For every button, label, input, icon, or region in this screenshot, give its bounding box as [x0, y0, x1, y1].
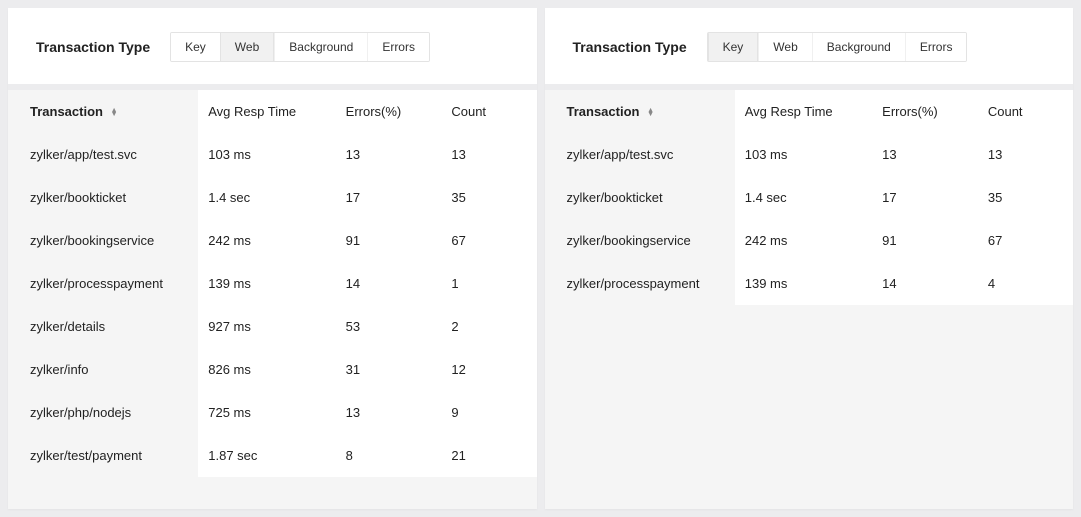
cell-resp: 242 ms — [198, 219, 335, 262]
cell-err: 13 — [336, 133, 442, 176]
col-transaction[interactable]: Transaction ▲▼ — [8, 90, 198, 133]
col-count[interactable]: Count — [441, 90, 536, 133]
cell-cnt: 2 — [441, 305, 536, 348]
cell-name: zylker/app/test.svc — [8, 133, 198, 176]
panel-title: Transaction Type — [573, 39, 687, 55]
col-errors[interactable]: Errors(%) — [872, 90, 978, 133]
cell-name: zylker/php/nodejs — [8, 391, 198, 434]
cell-resp: 1.4 sec — [198, 176, 335, 219]
table-row[interactable]: zylker/processpayment139 ms144 — [545, 262, 1074, 305]
cell-cnt: 9 — [441, 391, 536, 434]
table-row[interactable]: zylker/bookticket1.4 sec1735 — [545, 176, 1074, 219]
cell-name: zylker/processpayment — [545, 262, 735, 305]
panel-left: Transaction Type KeyWebBackgroundErrors … — [8, 8, 537, 509]
table-row[interactable]: zylker/test/payment1.87 sec821 — [8, 434, 537, 477]
cell-err: 14 — [336, 262, 442, 305]
col-resp[interactable]: Avg Resp Time — [735, 90, 872, 133]
tab-errors[interactable]: Errors — [905, 33, 967, 61]
cell-cnt: 21 — [441, 434, 536, 477]
table-row[interactable]: zylker/app/test.svc103 ms1313 — [545, 133, 1074, 176]
cell-name: zylker/bookticket — [8, 176, 198, 219]
cell-cnt: 67 — [441, 219, 536, 262]
cell-resp: 1.4 sec — [735, 176, 872, 219]
table: Transaction ▲▼ Avg Resp Time Errors(%) C… — [545, 90, 1074, 509]
panel-header: Transaction Type KeyWebBackgroundErrors — [8, 8, 537, 84]
cell-resp: 725 ms — [198, 391, 335, 434]
table-row[interactable]: zylker/details927 ms532 — [8, 305, 537, 348]
cell-err: 13 — [872, 133, 978, 176]
cell-name: zylker/test/payment — [8, 434, 198, 477]
tab-web[interactable]: Web — [220, 33, 274, 61]
col-transaction[interactable]: Transaction ▲▼ — [545, 90, 735, 133]
cell-name: zylker/bookingservice — [8, 219, 198, 262]
cell-cnt: 13 — [978, 133, 1073, 176]
cell-cnt: 12 — [441, 348, 536, 391]
tab-web[interactable]: Web — [758, 33, 811, 61]
cell-name: zylker/bookingservice — [545, 219, 735, 262]
panel-right: Transaction Type KeyWebBackgroundErrors … — [545, 8, 1074, 509]
cell-err: 13 — [336, 391, 442, 434]
cell-err: 91 — [336, 219, 442, 262]
table-row[interactable]: zylker/bookticket1.4 sec1735 — [8, 176, 537, 219]
col-transaction-label: Transaction — [30, 104, 103, 119]
cell-resp: 103 ms — [735, 133, 872, 176]
col-errors[interactable]: Errors(%) — [336, 90, 442, 133]
tab-key[interactable]: Key — [708, 33, 759, 61]
table-row[interactable]: zylker/bookingservice242 ms9167 — [545, 219, 1074, 262]
col-transaction-label: Transaction — [567, 104, 640, 119]
cell-name: zylker/processpayment — [8, 262, 198, 305]
tabs: KeyWebBackgroundErrors — [170, 32, 430, 62]
cell-resp: 242 ms — [735, 219, 872, 262]
table-row[interactable]: zylker/info826 ms3112 — [8, 348, 537, 391]
col-count[interactable]: Count — [978, 90, 1073, 133]
cell-err: 14 — [872, 262, 978, 305]
cell-err: 31 — [336, 348, 442, 391]
cell-name: zylker/app/test.svc — [545, 133, 735, 176]
col-resp[interactable]: Avg Resp Time — [198, 90, 335, 133]
cell-cnt: 35 — [441, 176, 536, 219]
cell-resp: 103 ms — [198, 133, 335, 176]
cell-cnt: 1 — [441, 262, 536, 305]
cell-resp: 1.87 sec — [198, 434, 335, 477]
table-row[interactable]: zylker/processpayment139 ms141 — [8, 262, 537, 305]
table-row[interactable]: zylker/php/nodejs725 ms139 — [8, 391, 537, 434]
tab-errors[interactable]: Errors — [367, 33, 429, 61]
tabs: KeyWebBackgroundErrors — [707, 32, 968, 62]
table-row[interactable]: zylker/bookingservice242 ms9167 — [8, 219, 537, 262]
cell-name: zylker/bookticket — [545, 176, 735, 219]
cell-cnt: 4 — [978, 262, 1073, 305]
cell-cnt: 67 — [978, 219, 1073, 262]
cell-err: 91 — [872, 219, 978, 262]
panel-title: Transaction Type — [36, 39, 150, 55]
table: Transaction ▲▼ Avg Resp Time Errors(%) C… — [8, 90, 537, 509]
cell-err: 17 — [336, 176, 442, 219]
cell-cnt: 13 — [441, 133, 536, 176]
sort-icon: ▲▼ — [111, 109, 118, 117]
cell-err: 53 — [336, 305, 442, 348]
cell-err: 8 — [336, 434, 442, 477]
panel-header: Transaction Type KeyWebBackgroundErrors — [545, 8, 1074, 84]
cell-cnt: 35 — [978, 176, 1073, 219]
sort-icon: ▲▼ — [647, 109, 654, 117]
cell-resp: 826 ms — [198, 348, 335, 391]
table-row[interactable]: zylker/app/test.svc103 ms1313 — [8, 133, 537, 176]
tab-key[interactable]: Key — [171, 33, 220, 61]
cell-name: zylker/details — [8, 305, 198, 348]
tab-background[interactable]: Background — [274, 33, 367, 61]
cell-resp: 927 ms — [198, 305, 335, 348]
cell-resp: 139 ms — [198, 262, 335, 305]
tab-background[interactable]: Background — [812, 33, 905, 61]
cell-resp: 139 ms — [735, 262, 872, 305]
cell-err: 17 — [872, 176, 978, 219]
cell-name: zylker/info — [8, 348, 198, 391]
